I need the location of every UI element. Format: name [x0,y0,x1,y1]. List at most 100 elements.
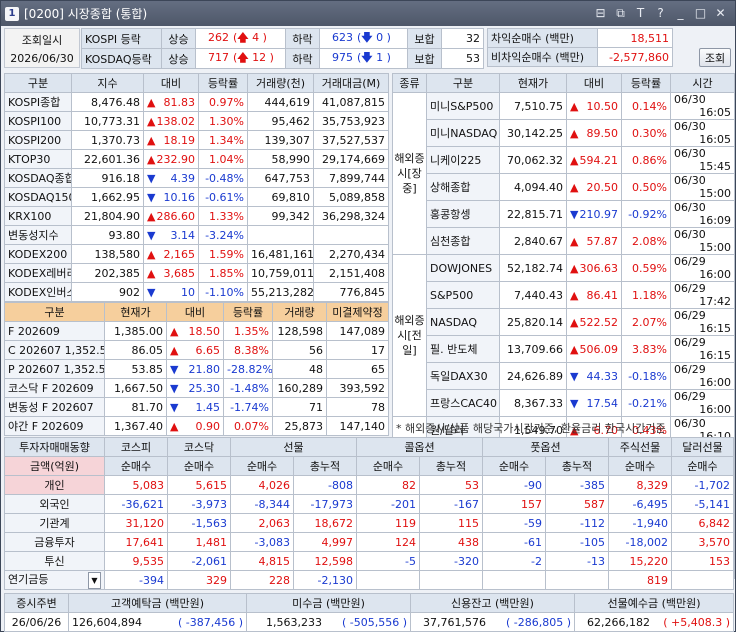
index-name[interactable]: KOSPI종합 [4,92,72,112]
investor-name-text: 연기금등 [8,573,49,586]
global-name[interactable]: 미니NASDAQ [426,119,500,147]
global-change: ▲ 10.50 [566,92,622,120]
index-change: ▲ 81.83 [143,92,199,112]
funds-date: 26/06/26 [4,612,69,632]
investor-cell: 15,220 [608,551,672,571]
global-row[interactable]: 홍콩항셍 22,815.71 ▼ 210.97 -0.92% 06/30 16:09 [393,200,735,228]
breadth-up-label: 상승 [161,28,196,49]
investor-name[interactable]: 연기금등 ▼ [4,570,105,590]
index-row[interactable]: KOSDAQ종합 916.18 ▼ 4.39 -0.48% 647,753 7,899,74… [4,168,389,188]
investor-cell: -3,083 [230,532,294,552]
index-row[interactable]: KODEX200 138,580 ▲ 2,165 1.59% 16,481,161 2,27… [4,244,389,264]
deriv-name[interactable]: C 202607 1,352.5 [4,340,105,360]
receivable-value: 1,563,233 [266,615,322,629]
index-row[interactable]: KODEX인버스 902 ▼ 10 -1.10% 55,213,282 776,845 [4,282,389,302]
index-name[interactable]: KODEX레버리 [4,263,72,283]
global-row[interactable]: 미니NASDAQ 30,142.25 ▲ 89.50 0.30% 06/30 16:05 [393,119,735,147]
global-clock: 16:00 [699,403,731,416]
investor-cell: 157 [482,494,546,514]
global-row[interactable]: 해외증시[전일] DOWJONES 52,182.74 ▲ 306.63 0.59% 06/… [392,254,735,417]
deriv-row[interactable]: 변동성 F 202607 81.70 ▼ 1.45 -1.74% 71 78 [4,397,389,417]
deriv-row[interactable]: 야간 F 202609 1,367.40 ▲ 0.90 0.07% 25,873 147,1… [4,416,389,436]
investor-cell: 587 [545,494,609,514]
index-name[interactable]: KODEX200 [4,244,72,264]
investor-group-header: 풋옵션 [482,437,609,457]
global-change: ▼ 44.33 [566,362,622,390]
deriv-name[interactable]: P 202607 1,352.5 [4,359,105,379]
deriv-value: 1,367.40 [104,416,167,436]
index-name[interactable]: 변동성지수 [4,225,72,245]
minimize-icon[interactable]: _ [674,6,687,21]
deriv-row[interactable]: F 202609 1,385.00 ▲ 18.50 1.35% 128,598 147,08… [4,321,389,341]
down-arrow-icon: ▼ [170,362,179,376]
index-name[interactable]: KTOP30 [4,149,72,169]
global-name[interactable]: 니케이225 [426,146,500,174]
dropdown-icon[interactable]: ▼ [88,572,101,589]
global-name[interactable]: 미니S&P500 [426,92,500,120]
investor-cell: 5,615 [167,475,231,495]
query-label-box: 조회일시 2026/06/30 [4,28,80,68]
deriv-name[interactable]: 코스닥 F 202609 [4,378,105,398]
index-name[interactable]: KOSPI100 [4,111,72,131]
copy-icon[interactable]: ⧉ [614,6,627,21]
index-row[interactable]: KOSPI200 1,370.73 ▲ 18.19 1.34% 139,307 37,527… [4,130,389,150]
link-icon[interactable]: ⊟ [594,6,607,21]
index-name[interactable]: KOSPI200 [4,130,72,150]
investor-cell: 5,083 [104,475,168,495]
global-row[interactable]: 프랑스CAC40 8,367.33 ▼ 17.54 -0.21% 06/29 16:00 [393,389,735,417]
global-time: 06/2916:00 [670,362,735,390]
up-arrow-icon: ▲ [570,342,579,356]
global-row[interactable]: 해외증시[장중] 미니S&P500 7,510.75 ▲ 10.50 0.14% 06/30… [392,92,735,255]
index-row[interactable]: KRX100 21,804.90 ▲ 286.60 1.33% 99,342 36,298,… [4,206,389,226]
global-name[interactable]: 홍콩항셍 [426,200,500,228]
deriv-name[interactable]: 야간 F 202609 [4,416,105,436]
query-button[interactable]: 조회 [699,48,731,67]
query-date[interactable]: 2026/06/30 [10,52,73,65]
index-name[interactable]: KRX100 [4,206,72,226]
global-row[interactable]: 니케이225 70,062.32 ▲ 594.21 0.86% 06/30 15:45 [393,146,735,174]
funds-header: 미수금 (백만원) [246,593,411,613]
index-amount: 36,298,324 [313,206,389,226]
global-row[interactable]: 상해종합 4,094.40 ▲ 20.50 0.50% 06/30 15:00 [393,173,735,201]
global-row[interactable]: S&P500 7,440.43 ▲ 86.41 1.18% 06/29 17:42 [393,281,735,309]
index-name[interactable]: KOSDAQ종합 [4,168,72,188]
font-size-icon[interactable]: T [634,6,647,21]
close-icon[interactable]: ✕ [714,6,727,21]
global-name[interactable]: 필. 반도체 [426,335,500,363]
deriv-change-value: 1.45 [195,400,221,414]
funds-header: 신용잔고 (백만원) [410,593,575,613]
global-row[interactable]: 심천종합 2,840.67 ▲ 57.87 2.08% 06/30 15:00 [393,227,735,255]
global-name[interactable]: NASDAQ [426,308,500,336]
maximize-icon[interactable]: □ [694,6,707,21]
global-name[interactable]: 프랑스CAC40 [426,389,500,417]
global-name[interactable]: DOWJONES [426,254,500,282]
investor-group-header: 달러선물 [671,437,734,457]
index-row[interactable]: KTOP30 22,601.36 ▲ 232.90 1.04% 58,990 29,174,… [4,149,389,169]
index-row[interactable]: KOSPI종합 8,476.48 ▲ 81.83 0.97% 444,619 41,087,… [4,92,389,112]
index-name[interactable]: KOSDAQ150 [4,187,72,207]
nonarb-label: 비차익순매수 (백만) [487,47,598,67]
down-arrow-icon: ▼ [170,400,179,414]
global-row[interactable]: NASDAQ 25,820.14 ▲ 522.52 2.07% 06/29 16:15 [393,308,735,336]
window-title: [0200] 시장종합 (통합) [24,7,148,21]
index-row[interactable]: KOSDAQ150 1,662.95 ▼ 10.16 -0.61% 69,810 5,089… [4,187,389,207]
global-name[interactable]: S&P500 [426,281,500,309]
index-rate: 1.30% [198,111,248,131]
global-name[interactable]: 심천종합 [426,227,500,255]
help-icon[interactable]: ? [654,6,667,21]
investor-cell: 3,570 [671,532,734,552]
deriv-row[interactable]: 코스닥 F 202609 1,667.50 ▼ 25.30 -1.48% 160,289 3… [4,378,389,398]
global-name[interactable]: 독일DAX30 [426,362,500,390]
deriv-row[interactable]: P 202607 1,352.5 53.85 ▼ 21.80 -28.82% 48 65 [4,359,389,379]
deriv-name[interactable]: F 202609 [4,321,105,341]
deriv-row[interactable]: C 202607 1,352.5 86.05 ▲ 6.65 8.38% 56 17 [4,340,389,360]
index-row[interactable]: 변동성지수 93.80 ▼ 3.14 -3.24% [4,225,389,245]
index-row[interactable]: KODEX레버리 202,385 ▲ 3,685 1.85% 10,759,011 2,15… [4,263,389,283]
deriv-name[interactable]: 변동성 F 202607 [4,397,105,417]
global-name[interactable]: 상해종합 [426,173,500,201]
index-row[interactable]: KOSPI100 10,773.31 ▲ 138.02 1.30% 95,462 35,75… [4,111,389,131]
global-value: 30,142.25 [499,119,567,147]
global-row[interactable]: 독일DAX30 24,626.89 ▼ 44.33 -0.18% 06/29 16:00 [393,362,735,390]
index-name[interactable]: KODEX인버스 [4,282,72,302]
global-row[interactable]: 필. 반도체 13,709.66 ▲ 506.09 3.83% 06/29 16:15 [393,335,735,363]
